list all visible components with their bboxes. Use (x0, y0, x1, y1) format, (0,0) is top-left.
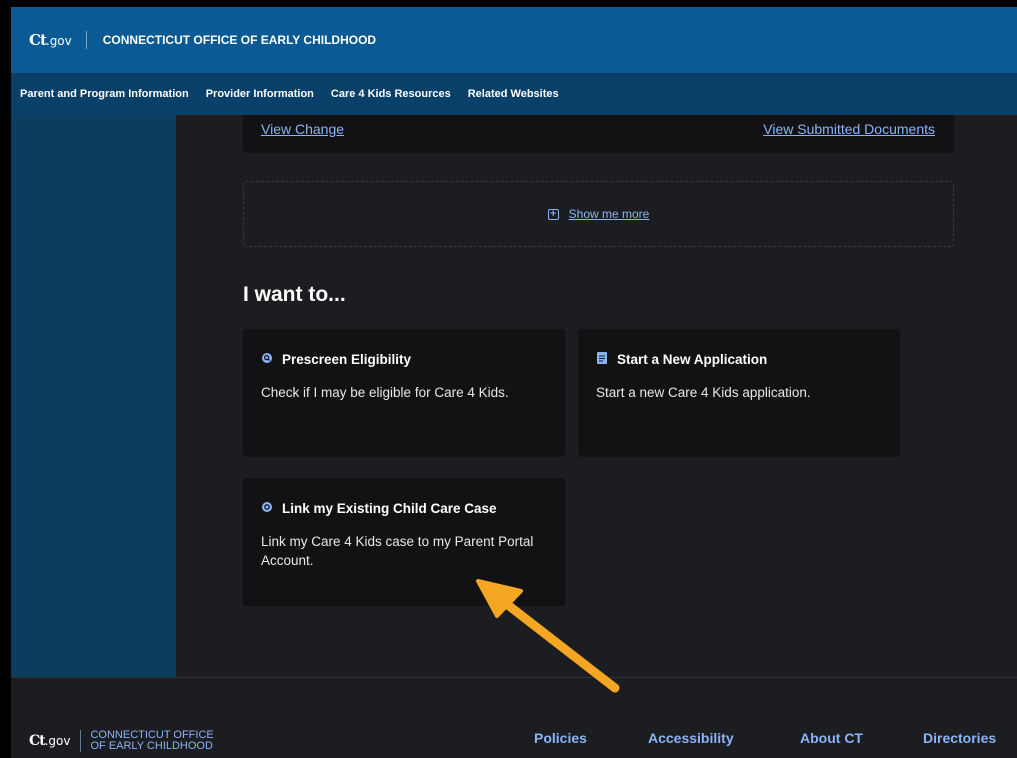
site-header: Ct.gov CONNECTICUT OFFICE OF EARLY CHILD… (11, 7, 1017, 73)
view-submitted-documents-link[interactable]: View Submitted Documents (763, 121, 935, 137)
footer-branding[interactable]: Ct.gov CONNECTICUT OFFICE OF EARLY CHILD… (29, 730, 214, 752)
tile-title: Link my Existing Child Care Case (282, 501, 497, 516)
tile-title: Prescreen Eligibility (282, 352, 412, 367)
expand-plus-icon: + (547, 208, 559, 220)
agency-name[interactable]: CONNECTICUT OFFICE OF EARLY CHILDHOOD (103, 33, 376, 47)
case-card: View Change View Submitted Documents (243, 115, 954, 153)
link-circle-icon (261, 502, 273, 515)
ct-gov-logo[interactable]: Ct.gov (29, 31, 72, 49)
show-more-link[interactable]: Show me more (569, 207, 650, 221)
search-circle-icon (261, 353, 273, 366)
nav-item-parent-program-info[interactable]: Parent and Program Information (20, 88, 189, 100)
tile-start-new-application[interactable]: Start a New Application Start a new Care… (578, 329, 900, 457)
footer-logo-divider (80, 730, 82, 752)
main-nav: Parent and Program Information Provider … (11, 73, 1017, 115)
tile-prescreen-eligibility[interactable]: Prescreen Eligibility Check if I may be … (243, 329, 565, 457)
footer-link-about-ct[interactable]: About CT (800, 730, 863, 746)
footer-agency-name: CONNECTICUT OFFICE OF EARLY CHILDHOOD (90, 729, 214, 752)
show-more-panel[interactable]: + Show me more (243, 181, 954, 247)
footer-link-directories[interactable]: Directories (923, 730, 996, 746)
footer-link-accessibility[interactable]: Accessibility (648, 730, 734, 746)
tile-title: Start a New Application (617, 352, 768, 367)
nav-item-related-websites[interactable]: Related Websites (468, 88, 559, 100)
nav-item-provider-info[interactable]: Provider Information (206, 88, 314, 100)
i-want-to-heading: I want to... (243, 283, 346, 306)
header-divider (85, 31, 87, 49)
tile-description: Check if I may be eligible for Care 4 Ki… (261, 385, 509, 400)
tile-description: Start a new Care 4 Kids application. (596, 385, 811, 400)
document-icon (596, 352, 608, 367)
tile-link-existing-case[interactable]: Link my Existing Child Care Case Link my… (243, 478, 565, 606)
browser-frame: Ct.gov CONNECTICUT OFFICE OF EARLY CHILD… (11, 7, 1017, 758)
left-sidebar (11, 115, 176, 677)
footer-ct-gov-logo: Ct.gov (29, 733, 71, 749)
nav-item-care4kids-resources[interactable]: Care 4 Kids Resources (331, 88, 451, 100)
view-change-link[interactable]: View Change (261, 121, 344, 137)
site-footer: Ct.gov CONNECTICUT OFFICE OF EARLY CHILD… (11, 678, 1017, 758)
footer-link-policies[interactable]: Policies (534, 730, 587, 746)
tile-description: Link my Care 4 Kids case to my Parent Po… (261, 534, 534, 568)
